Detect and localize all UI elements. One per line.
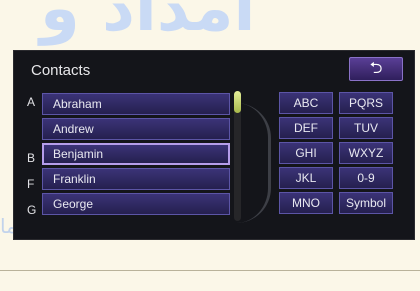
key-def[interactable]: DEF: [279, 117, 333, 139]
key-mno[interactable]: MNO: [279, 192, 333, 214]
key-wxyz[interactable]: WXYZ: [339, 142, 393, 164]
key-0-9[interactable]: 0-9: [339, 167, 393, 189]
letter-index-b: B: [27, 151, 36, 165]
letter-index-g: G: [27, 203, 37, 217]
key-symbol[interactable]: Symbol: [339, 192, 393, 214]
page-title: Contacts: [31, 62, 91, 79]
contact-item-selected[interactable]: Benjamin: [42, 143, 230, 165]
page-divider: [0, 270, 420, 271]
contact-item[interactable]: George: [42, 193, 230, 215]
letter-index-f: F: [27, 177, 35, 191]
scrollbar-thumb[interactable]: [234, 91, 241, 113]
contact-item[interactable]: Andrew: [42, 118, 230, 140]
letter-index-a: A: [27, 95, 36, 109]
contact-item[interactable]: Franklin: [42, 168, 230, 190]
watermark-top: امداد و: [40, 0, 256, 46]
key-abc[interactable]: ABC: [279, 92, 333, 114]
key-pqrs[interactable]: PQRS: [339, 92, 393, 114]
key-jkl[interactable]: JKL: [279, 167, 333, 189]
contacts-screen: Contacts ⮌ A B F G Abraham Andrew Benjam…: [13, 50, 415, 240]
back-button[interactable]: ⮌: [349, 57, 403, 81]
key-tuv[interactable]: TUV: [339, 117, 393, 139]
contact-item[interactable]: Abraham: [42, 93, 230, 115]
return-arrow-icon: ⮌: [369, 60, 383, 77]
scroll-arc-decoration: [236, 103, 271, 223]
key-ghi[interactable]: GHI: [279, 142, 333, 164]
scrollbar[interactable]: [234, 91, 241, 221]
